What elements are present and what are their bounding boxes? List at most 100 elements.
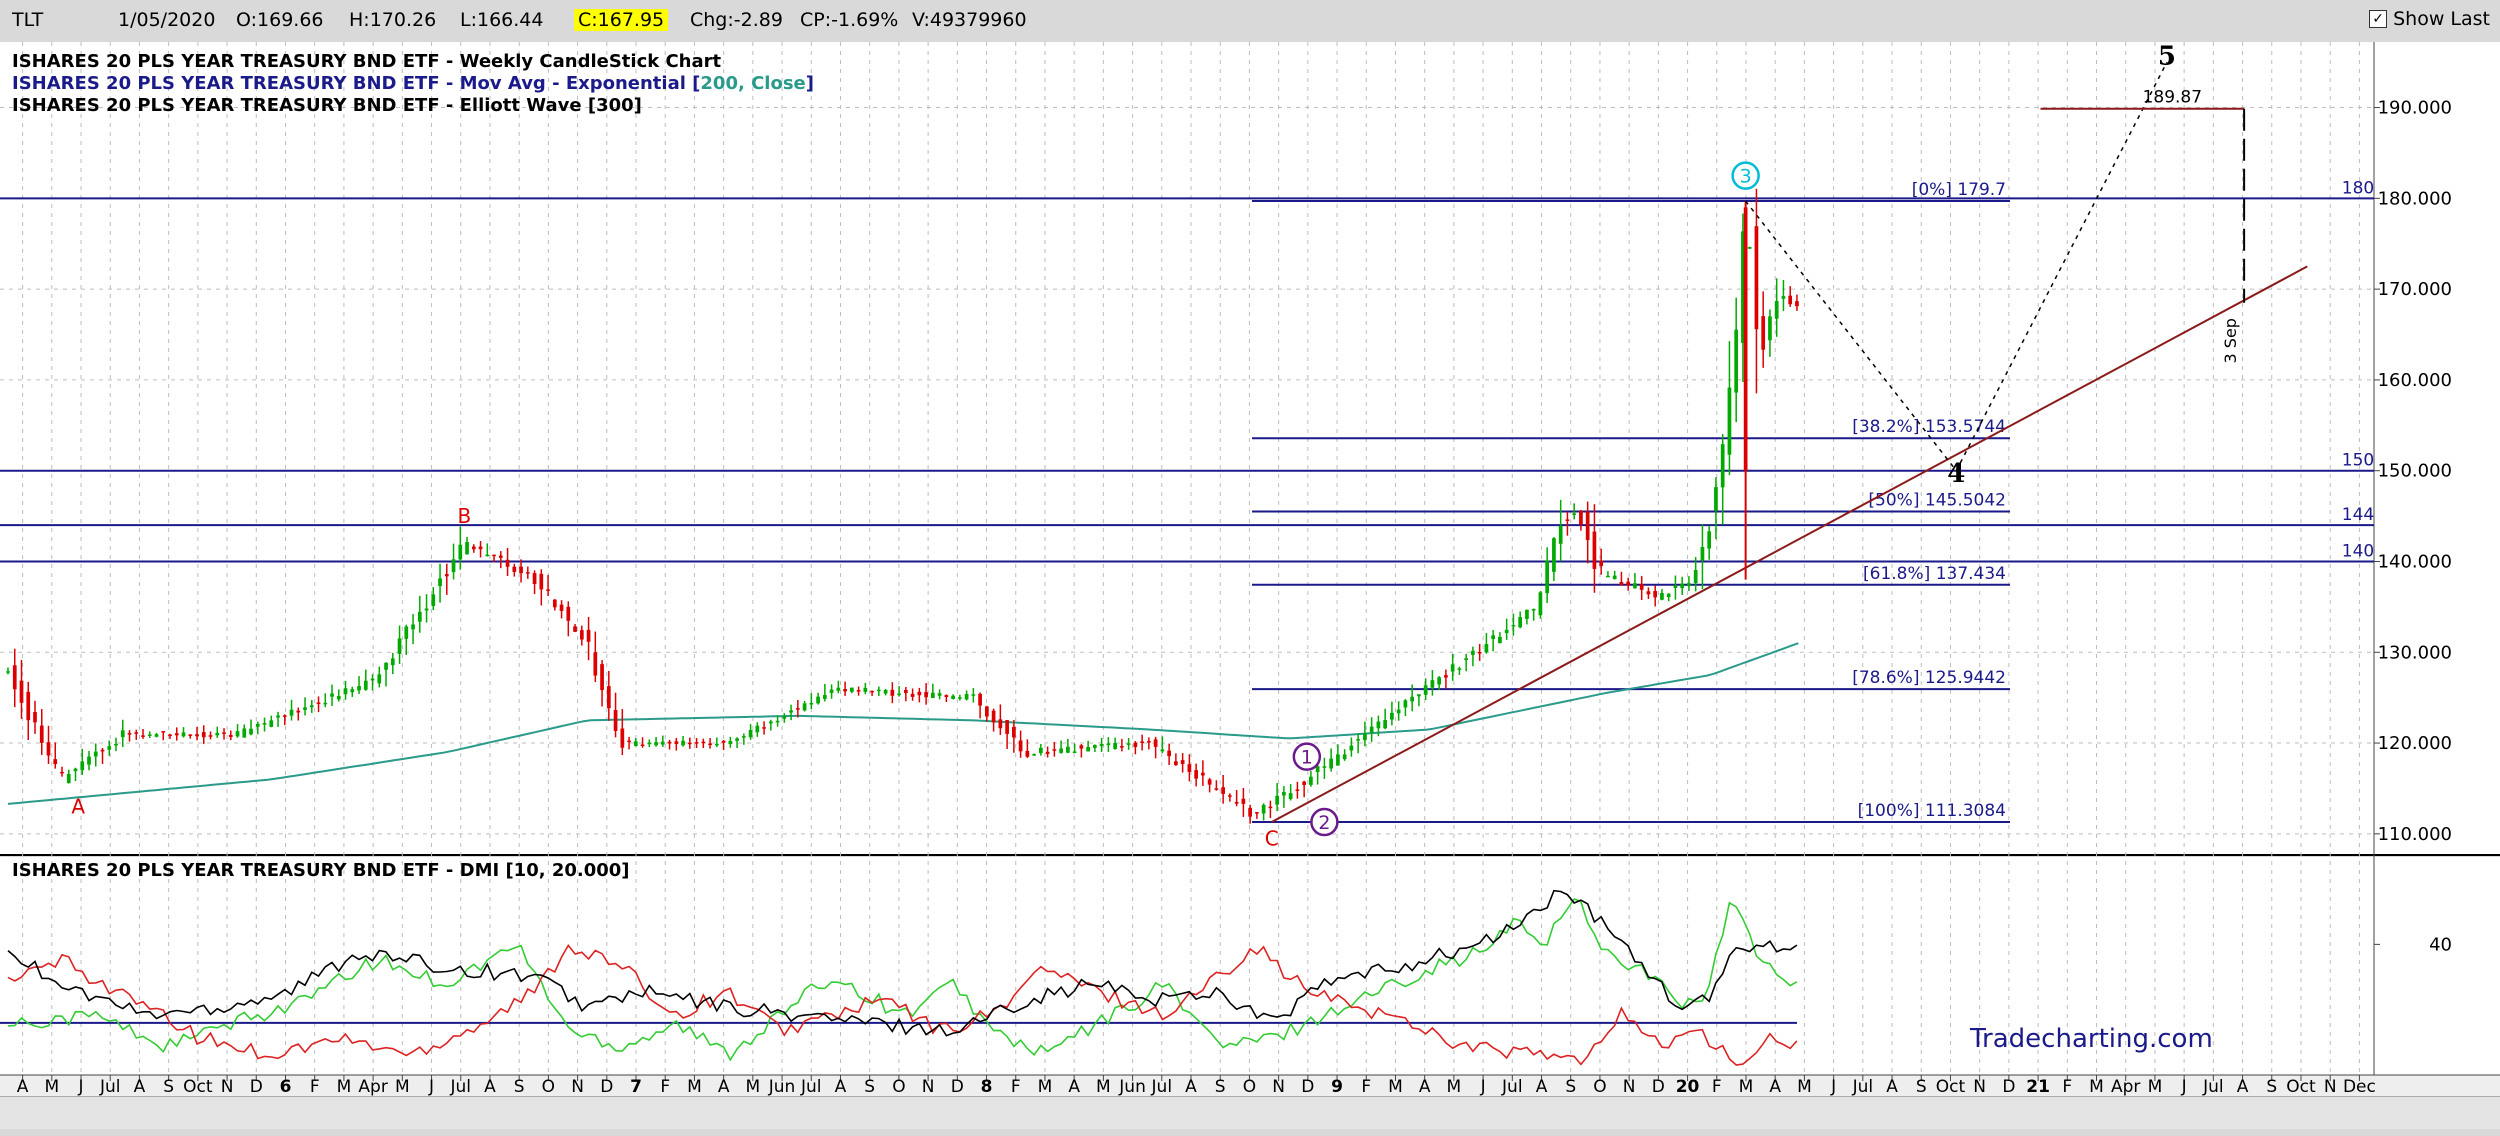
- candle-body: [768, 721, 773, 724]
- y-tick-label: 160.000: [2378, 370, 2452, 391]
- candle-body: [1599, 560, 1604, 566]
- candle-body: [1120, 746, 1124, 748]
- candle-body: [73, 768, 78, 772]
- candle-body: [134, 732, 139, 734]
- brand-watermark: Tradecharting.com: [1969, 1024, 2213, 1054]
- fib-label: [100%] 111.3084: [1858, 801, 2006, 821]
- candle-body: [296, 710, 301, 713]
- candle-body: [1369, 726, 1374, 733]
- candle-body: [1464, 658, 1469, 661]
- candle-body: [1234, 801, 1239, 804]
- candle-body: [1268, 806, 1273, 809]
- x-tick-label: Dec: [2343, 1077, 2376, 1096]
- candle-body: [39, 725, 44, 743]
- y-tick-label: 190.000: [2378, 98, 2452, 119]
- candle-body: [1734, 329, 1739, 393]
- candle-body: [1261, 804, 1266, 814]
- x-tick-label: A: [1536, 1077, 1548, 1096]
- show-last-toggle[interactable]: ✓ Show Last: [2369, 8, 2490, 30]
- candle-body: [1747, 247, 1752, 249]
- candle-body: [1329, 758, 1334, 769]
- candle-body: [654, 742, 658, 746]
- level-label: 150: [2342, 451, 2374, 471]
- candle-body: [26, 691, 31, 721]
- candle-body: [444, 574, 449, 577]
- candle-body: [93, 751, 98, 757]
- candle-body: [377, 674, 382, 684]
- x-tick-label: Apr: [358, 1077, 387, 1096]
- candle-body: [235, 731, 240, 737]
- candle-body: [1781, 296, 1786, 299]
- x-tick-label: Jul: [1852, 1077, 1874, 1096]
- x-tick-label: M: [1388, 1077, 1403, 1096]
- x-tick-label: M: [395, 1077, 410, 1096]
- candle-body: [1363, 733, 1367, 741]
- candle-body: [323, 702, 328, 705]
- candle-body: [363, 680, 368, 690]
- candle-body: [262, 723, 267, 725]
- x-tick-label: A: [718, 1077, 730, 1096]
- candle-body: [1403, 700, 1408, 708]
- candle-body: [1619, 582, 1624, 586]
- candle-body: [1248, 807, 1252, 817]
- candle-body: [60, 771, 64, 774]
- candle-body: [1754, 226, 1759, 330]
- y-tick-label: 130.000: [2378, 642, 2452, 663]
- candle-body: [1241, 798, 1246, 804]
- x-tick-label: A: [484, 1077, 496, 1096]
- candle-body: [701, 741, 706, 744]
- candle-body: [66, 774, 71, 784]
- candle-body: [681, 740, 685, 746]
- x-tick-label: Oct: [2286, 1077, 2316, 1096]
- x-tick-label: N: [221, 1077, 234, 1096]
- candle-body: [1012, 726, 1016, 738]
- candle-body: [1687, 583, 1691, 587]
- x-tick-label: M: [337, 1077, 352, 1096]
- candle-body: [1356, 739, 1361, 741]
- candle-body: [755, 725, 760, 733]
- candle-body: [1309, 776, 1313, 785]
- quote-bar: TLT 1/05/2020 O:169.66 H:170.26 L:166.44…: [0, 0, 2500, 43]
- candle-body: [107, 746, 112, 750]
- candle-body: [600, 664, 604, 691]
- y-tick-label: 170.000: [2378, 279, 2452, 300]
- candle-body: [215, 732, 220, 736]
- chart-canvas[interactable]: A M J Jul A S Oct N D 6 F M Apr M J Jul A S O N D 7 F M A M Jun Jul…: [0, 42, 2500, 1096]
- candle-body: [1093, 745, 1097, 748]
- candle-body: [1383, 720, 1388, 729]
- candle-body: [822, 694, 827, 699]
- candle-body: [1207, 779, 1212, 785]
- dmi-title: ISHARES 20 PLS YEAR TREASURY BND ETF - D…: [12, 860, 630, 881]
- price-panel: [0, 42, 2500, 855]
- x-tick-label: J: [78, 1077, 84, 1096]
- candle-body: [195, 734, 199, 737]
- candle-body: [492, 554, 496, 557]
- candle-body: [998, 719, 1003, 729]
- x-tick-label: A: [134, 1077, 146, 1096]
- candle-body: [1592, 531, 1597, 569]
- candle-body: [890, 689, 895, 696]
- candle-body: [937, 693, 942, 696]
- candle-body: [276, 715, 280, 718]
- candle-body: [613, 710, 618, 732]
- candle-body: [1066, 746, 1070, 753]
- horizontal-scrollbar[interactable]: [0, 1096, 2500, 1129]
- checkbox-icon[interactable]: ✓: [2369, 10, 2388, 28]
- candle-body: [1228, 795, 1232, 797]
- x-tick-label: O: [542, 1077, 555, 1096]
- x-tick-label: J: [2181, 1077, 2187, 1096]
- candle-body: [708, 743, 712, 746]
- high-value: H:170.26: [349, 9, 437, 31]
- candle-body: [552, 599, 557, 608]
- candle-body: [512, 566, 517, 572]
- candle-body: [282, 715, 287, 717]
- candle-body: [573, 626, 577, 632]
- candle-body: [735, 738, 739, 741]
- candle-body: [539, 573, 544, 590]
- candle-body: [836, 687, 841, 691]
- candle-body: [309, 705, 314, 708]
- candle-body: [985, 706, 989, 717]
- x-tick-label: O: [1243, 1077, 1256, 1096]
- x-tick-label: Jul: [449, 1077, 471, 1096]
- x-tick-label: M: [1447, 1077, 1462, 1096]
